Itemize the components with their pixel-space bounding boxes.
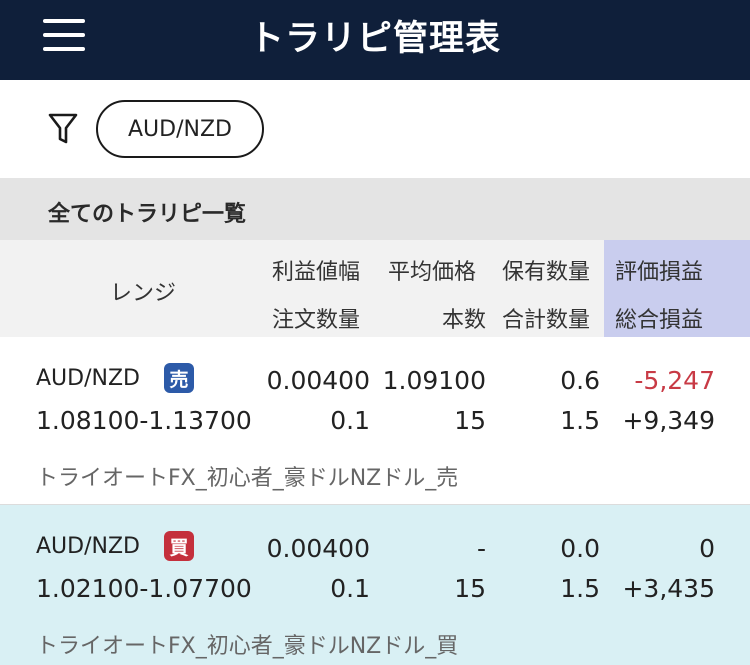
row-profit-width: 0.00400	[266, 366, 370, 395]
row-pair: AUD/NZD	[36, 366, 140, 391]
row-count: 15	[454, 574, 486, 603]
row-count: 15	[454, 406, 486, 435]
row-total-qty: 1.5	[560, 574, 600, 603]
row-order-qty: 0.1	[330, 574, 370, 603]
col-count: 本数	[441, 308, 486, 333]
row-avg-price: -	[476, 534, 486, 563]
row-holding-qty: 0.0	[560, 534, 600, 563]
filter-icon[interactable]	[48, 112, 78, 146]
row-order-qty: 0.1	[330, 406, 370, 435]
row-strategy-name: トライオートFX_初心者_豪ドルNZドル_買	[36, 634, 459, 659]
section-title: 全てのトラリピ一覧	[48, 202, 247, 227]
page-title: トラリピ管理表	[248, 19, 501, 59]
currency-pair-filter-chip[interactable]: AUD/NZD	[96, 100, 264, 158]
app-header: トラリピ管理表	[0, 0, 750, 80]
col-eval-pl: 評価損益	[615, 260, 704, 285]
row-total-pl: +9,349	[622, 406, 715, 435]
row-eval-pl: -5,247	[634, 366, 715, 395]
sell-badge: 売	[164, 363, 194, 393]
row-holding-qty: 0.6	[560, 366, 600, 395]
table-row[interactable]: AUD/NZD 売 0.00400 1.09100 0.6 -5,247 1.0…	[0, 337, 750, 505]
row-strategy-name: トライオートFX_初心者_豪ドルNZドル_売	[36, 466, 459, 491]
row-total-qty: 1.5	[560, 406, 600, 435]
filter-bar: AUD/NZD	[0, 80, 750, 178]
col-avg-price: 平均価格	[388, 260, 477, 285]
row-eval-pl: 0	[699, 534, 715, 563]
col-holding-qty: 保有数量	[502, 260, 591, 285]
row-total-pl: +3,435	[622, 574, 715, 603]
row-avg-price: 1.09100	[382, 366, 486, 395]
list-section-header: 全てのトラリピ一覧	[0, 178, 750, 240]
row-pair: AUD/NZD	[36, 534, 140, 559]
row-profit-width: 0.00400	[266, 534, 370, 563]
col-order-qty: 注文数量	[272, 308, 361, 333]
row-range: 1.02100-1.07700	[36, 574, 252, 603]
col-range: レンジ	[110, 281, 177, 306]
row-range: 1.08100-1.13700	[36, 406, 252, 435]
table-row[interactable]: AUD/NZD 買 0.00400 - 0.0 0 1.02100-1.0770…	[0, 505, 750, 665]
col-total-qty: 合計数量	[502, 308, 591, 333]
col-profit-width: 利益値幅	[272, 260, 361, 285]
buy-badge: 買	[164, 531, 194, 561]
column-header-row: レンジ 利益値幅 注文数量 平均価格 本数 保有数量 合計数量 評価損益 総合損…	[0, 240, 750, 337]
col-total-pl: 総合損益	[615, 308, 704, 333]
